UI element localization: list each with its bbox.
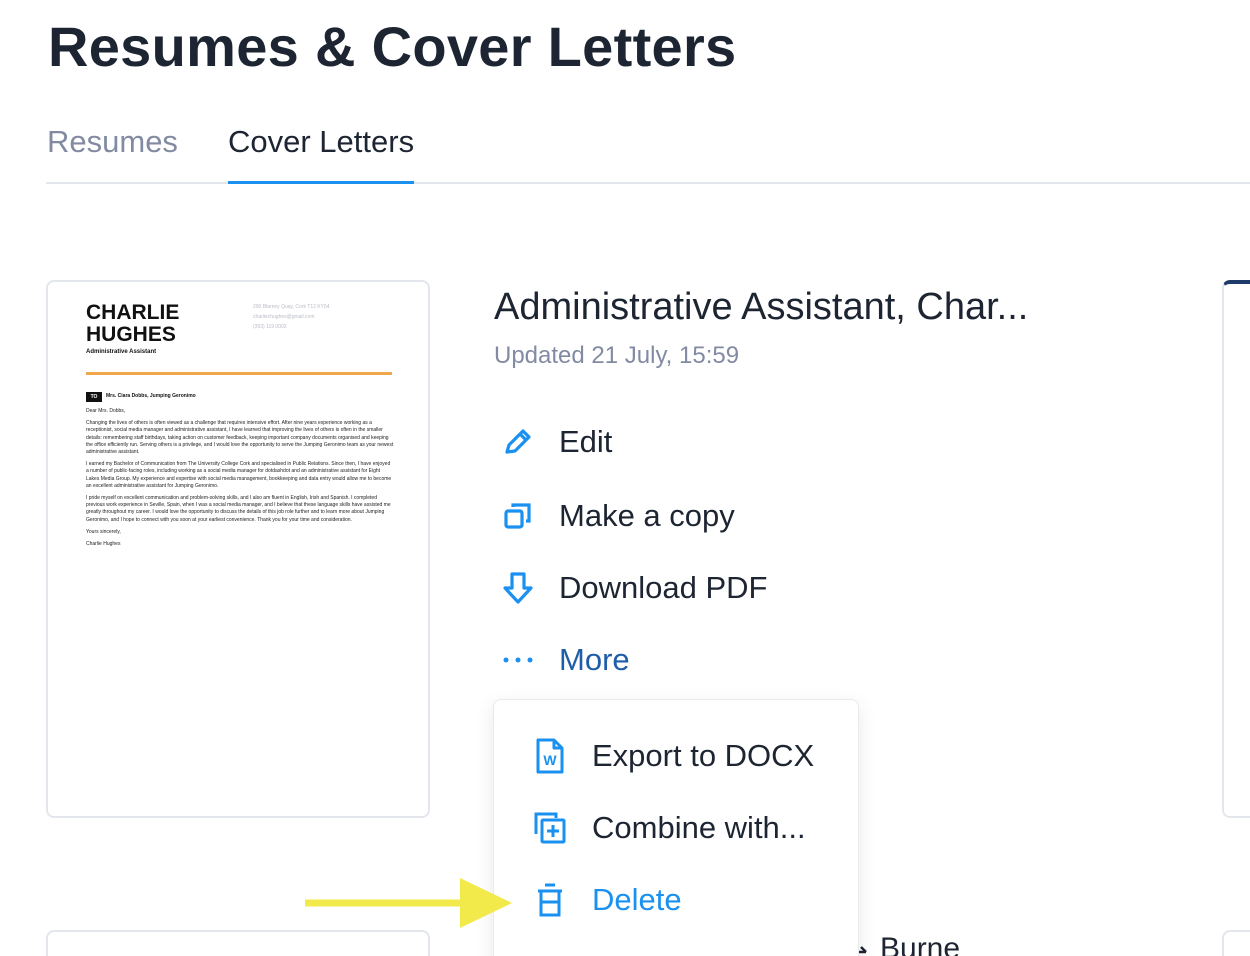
copy-icon	[498, 496, 538, 536]
preview-role: Administrative Assistant	[86, 349, 157, 355]
document-preview[interactable]: CHARLIE HUGHES Administrative Assistant …	[46, 280, 430, 818]
edit-button[interactable]: Edit	[498, 420, 612, 464]
export-docx-label: Export to DOCX	[592, 738, 815, 773]
preview-divider	[86, 372, 392, 375]
preview-to-tag: TO	[86, 392, 102, 402]
download-pdf-button[interactable]: Download PDF	[498, 566, 767, 610]
next-document-preview[interactable]	[46, 930, 430, 956]
pencil-icon	[498, 422, 538, 462]
document-updated: Updated 21 July, 15:59	[494, 342, 740, 369]
tab-resumes[interactable]: Resumes	[47, 124, 178, 160]
combine-item[interactable]: Combine with...	[530, 806, 806, 850]
tab-cover-letters[interactable]: Cover Letters	[228, 124, 415, 184]
tab-bar: Resumes Cover Letters	[46, 118, 1250, 184]
download-icon	[498, 568, 538, 608]
document-title[interactable]: Administrative Assistant, Char...	[494, 286, 1028, 329]
page-title: Resumes & Cover Letters	[48, 15, 737, 78]
delete-label: Delete	[592, 882, 682, 917]
edit-label: Edit	[559, 424, 613, 459]
svg-text:W: W	[543, 752, 557, 768]
preview-name: CHARLIE HUGHES	[86, 301, 180, 346]
more-label: More	[559, 642, 630, 677]
more-dropdown-menu: W Export to DOCX Combine with... Delete	[493, 699, 859, 956]
download-pdf-label: Download PDF	[559, 570, 768, 605]
more-button[interactable]: More	[498, 638, 630, 682]
delete-item[interactable]: Delete	[530, 878, 682, 922]
preview-body: Dear Mrs. Dobbs, Changing the lives of o…	[86, 408, 394, 548]
combine-label: Combine with...	[592, 810, 806, 845]
partial-document-title[interactable]: Burne	[880, 932, 960, 956]
trash-icon	[530, 880, 570, 920]
preview-recipient: Mrs. Ciara Dobbs, Jumping Geronimo	[106, 393, 196, 399]
pointer-arrow-annotation	[300, 876, 514, 930]
ellipsis-icon	[498, 640, 538, 680]
word-doc-icon: W	[530, 736, 570, 776]
preview-contact: 200 Blarney Quay, Cork T12 KY54 charliec…	[253, 304, 330, 330]
make-copy-button[interactable]: Make a copy	[498, 494, 735, 538]
adjacent-card-bottom[interactable]	[1222, 930, 1250, 956]
make-copy-label: Make a copy	[559, 498, 735, 533]
export-docx-item[interactable]: W Export to DOCX	[530, 734, 814, 778]
combine-icon	[530, 808, 570, 848]
adjacent-card[interactable]	[1222, 280, 1250, 818]
